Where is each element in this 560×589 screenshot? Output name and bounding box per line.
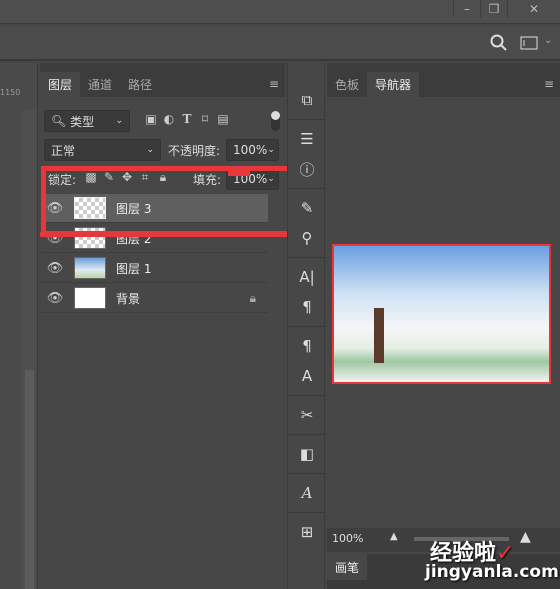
character-styles-icon[interactable]: A <box>288 361 326 391</box>
blend-mode-value: 正常 <box>51 143 76 158</box>
timeline-icon[interactable]: ⊞ <box>288 517 326 547</box>
history-icon[interactable]: ⧉ <box>288 85 326 115</box>
layer-name: 背景 <box>116 291 141 306</box>
scrollbar-thumb[interactable] <box>25 370 34 589</box>
glyphs-icon[interactable]: A <box>288 478 326 508</box>
layers-panel: 图层 通道 路径 ≡ 🔍︎ 类型 ⌄ ▣ ◐ T ⌑ ▤ 正常 ⌄ 不透明度: 100% ⌄ … <box>40 63 288 589</box>
layer-thumbnail <box>74 257 106 279</box>
opacity-field[interactable]: 100% ⌄ <box>226 139 279 161</box>
layer-name: 图层 1 <box>116 261 152 276</box>
layer-row[interactable]: 👁︎ 图层 1 <box>42 254 268 283</box>
paragraph-styles-icon[interactable]: ¶ <box>288 331 326 361</box>
type-filter-icon[interactable]: T <box>178 112 196 126</box>
tab-swatches[interactable]: 色板 <box>327 72 367 97</box>
image-filter-icon[interactable]: ▣ <box>142 112 160 126</box>
highlight-box-corner <box>228 166 250 176</box>
info-icon[interactable]: ⓘ <box>288 154 326 184</box>
title-bar: – ❐ ✕ <box>0 0 560 24</box>
tool-strip: ⧉ ☰ ⓘ ✎ ⚲ A| ¶ ¶ A ✂ ◧ A ⊞ <box>287 63 325 589</box>
tab-navigator[interactable]: 导航器 <box>367 72 420 97</box>
panel-menu-icon[interactable]: ≡ <box>269 77 279 91</box>
tab-brush[interactable]: 画笔 <box>327 554 368 580</box>
paragraph-icon[interactable]: ¶ <box>288 292 326 322</box>
filter-value: 类型 <box>70 114 95 129</box>
zoom-in-icon[interactable]: ▲ <box>520 529 531 545</box>
tab-paths[interactable]: 路径 <box>120 72 160 97</box>
zoom-value[interactable]: 100% <box>332 532 363 545</box>
minimize-button[interactable]: – <box>453 0 480 18</box>
clone-source-icon[interactable]: ⚲ <box>288 223 326 253</box>
options-bar: ⌄ <box>0 25 560 61</box>
navigator-preview[interactable] <box>332 244 551 384</box>
layers-tabs: 图层 通道 路径 ≡ <box>40 63 285 97</box>
adjustment-filter-icon[interactable]: ◐ <box>160 112 178 126</box>
highlight-box-bottom-line <box>40 232 292 237</box>
highlight-box <box>41 166 288 236</box>
opacity-label: 不透明度: <box>168 144 221 158</box>
blend-mode-dropdown[interactable]: 正常 ⌄ <box>44 139 161 161</box>
filter-toggle[interactable] <box>271 111 280 131</box>
properties-icon[interactable]: ◧ <box>288 439 326 469</box>
tab-layers[interactable]: 图层 <box>40 72 81 97</box>
brush-presets-icon[interactable]: ✎ <box>288 193 326 223</box>
filter-icons: ▣ ◐ T ⌑ ▤ <box>142 112 232 126</box>
watermark-url: jingyanla.com <box>425 562 559 582</box>
search-icon: 🔍︎ <box>51 114 67 128</box>
close-button[interactable]: ✕ <box>507 0 560 18</box>
layer-row[interactable]: 👁︎ 背景 🔒︎ <box>42 284 268 313</box>
filter-dropdown[interactable]: 🔍︎ 类型 ⌄ <box>44 110 130 132</box>
character-icon[interactable]: A| <box>288 262 326 292</box>
lock-icon: 🔒︎ <box>249 290 256 305</box>
layer-thumbnail <box>74 287 106 309</box>
restore-button[interactable]: ❐ <box>480 0 507 18</box>
tool-presets-icon[interactable]: ✂ <box>288 400 326 430</box>
eye-icon[interactable]: 👁︎ <box>42 261 68 276</box>
workspace-icon[interactable] <box>520 36 538 50</box>
adjustments-icon[interactable]: ☰ <box>288 124 326 154</box>
ruler-label: 1150 <box>0 88 21 97</box>
smart-object-filter-icon[interactable]: ▤ <box>214 112 232 126</box>
highlight-box-edge <box>248 166 292 171</box>
shape-filter-icon[interactable]: ⌑ <box>196 112 214 126</box>
chevron-down-icon[interactable]: ⌄ <box>544 35 552 46</box>
eye-icon[interactable]: 👁︎ <box>42 291 68 306</box>
panel-menu-icon[interactable]: ≡ <box>544 77 554 91</box>
navigator-panel: 色板 导航器 ≡ 100% ▲ ▲ 画笔 <box>327 63 560 589</box>
zoom-out-icon[interactable]: ▲ <box>390 531 398 542</box>
tab-channels[interactable]: 通道 <box>80 72 120 97</box>
figure-in-preview <box>374 308 384 363</box>
search-icon[interactable] <box>490 34 508 52</box>
opacity-value: 100% <box>233 143 268 157</box>
